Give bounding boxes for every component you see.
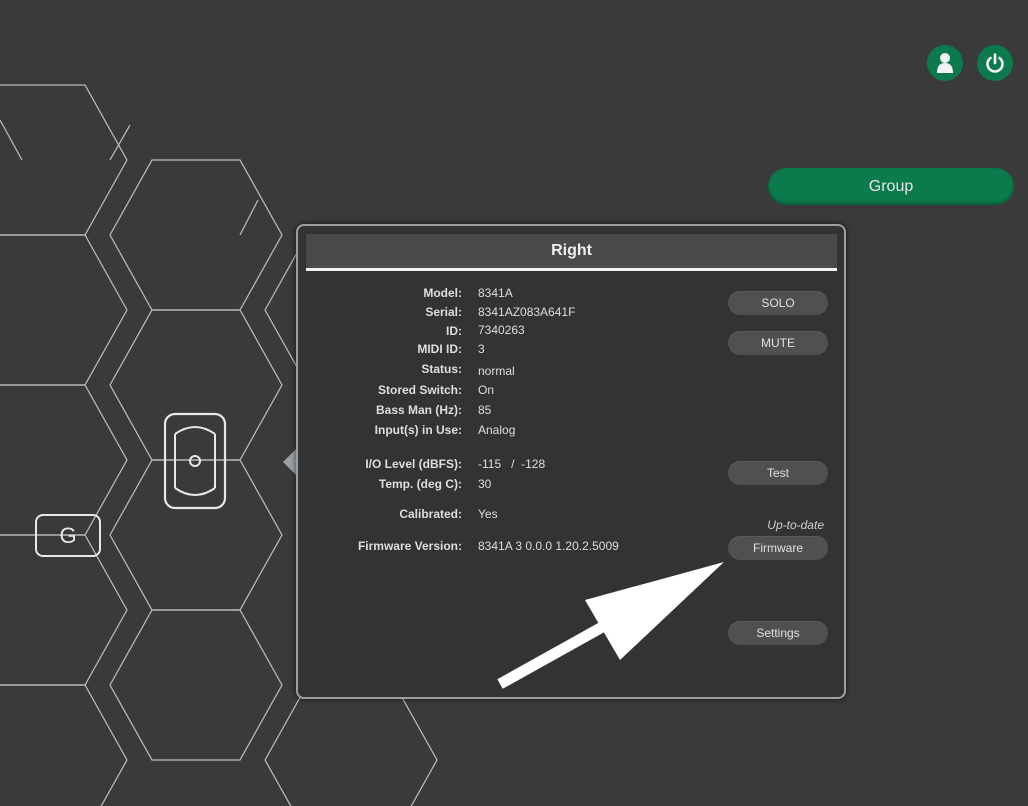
stored-switch-value: On bbox=[478, 383, 495, 397]
user-icon bbox=[937, 53, 953, 73]
status-label: Status: bbox=[421, 362, 462, 376]
temperature-label: Temp. (deg C): bbox=[378, 477, 462, 491]
test-button-label: Test bbox=[766, 466, 789, 480]
io-level-value: -115 / -128 bbox=[478, 457, 546, 471]
panel-pointer bbox=[283, 448, 297, 476]
io-level-label: I/O Level (dBFS): bbox=[365, 457, 462, 471]
settings-button-label: Settings bbox=[756, 626, 800, 640]
bass-man-value: 85 bbox=[478, 403, 492, 417]
speaker-info-panel: Right Model: 8341A Serial: 8341AZ083A641… bbox=[296, 224, 846, 699]
model-value: 8341A bbox=[478, 286, 513, 300]
group-tile[interactable]: G bbox=[35, 514, 101, 557]
bass-man-label: Bass Man (Hz): bbox=[375, 403, 462, 417]
solo-button-label: SOLO bbox=[761, 296, 795, 310]
group-button[interactable]: Group bbox=[768, 168, 1014, 205]
speaker-icon bbox=[163, 412, 227, 510]
panel-title-text: Right bbox=[551, 242, 592, 259]
calibrated-value: Yes bbox=[478, 507, 498, 521]
power-icon bbox=[986, 53, 1004, 73]
serial-label: Serial: bbox=[425, 305, 462, 319]
group-button-label: Group bbox=[868, 177, 914, 195]
firmware-status: Up-to-date bbox=[767, 518, 824, 532]
firmware-version-label: Firmware Version: bbox=[357, 539, 462, 553]
inputs-in-use-value: Analog bbox=[478, 423, 516, 437]
stored-switch-label: Stored Switch: bbox=[377, 383, 462, 397]
speaker-tile-right[interactable] bbox=[163, 412, 227, 510]
user-button[interactable] bbox=[927, 45, 963, 81]
group-tile-label: G bbox=[59, 522, 77, 548]
id-value: 7340263 bbox=[478, 323, 525, 337]
test-button[interactable]: Test bbox=[728, 461, 828, 485]
temperature-value: 30 bbox=[478, 477, 492, 491]
midi-id-value: 3 bbox=[478, 342, 485, 356]
status-value: normal bbox=[478, 364, 515, 378]
firmware-button[interactable]: Firmware bbox=[728, 536, 828, 560]
solo-button[interactable]: SOLO bbox=[728, 291, 828, 315]
mute-button[interactable]: MUTE bbox=[728, 331, 828, 355]
serial-value: 8341AZ083A641F bbox=[478, 305, 576, 319]
firmware-button-label: Firmware bbox=[753, 541, 803, 555]
inputs-in-use-label: Input(s) in Use: bbox=[374, 423, 462, 437]
firmware-version-value: 8341A 3 0.0.0 1.20.2.5009 bbox=[478, 539, 619, 553]
model-label: Model: bbox=[423, 286, 462, 300]
power-button[interactable] bbox=[977, 45, 1013, 81]
panel-title: Right bbox=[306, 234, 837, 271]
calibrated-label: Calibrated: bbox=[399, 507, 462, 521]
settings-button[interactable]: Settings bbox=[728, 621, 828, 645]
mute-button-label: MUTE bbox=[761, 336, 795, 350]
id-label: ID: bbox=[446, 324, 462, 338]
midi-id-label: MIDI ID: bbox=[417, 342, 462, 356]
